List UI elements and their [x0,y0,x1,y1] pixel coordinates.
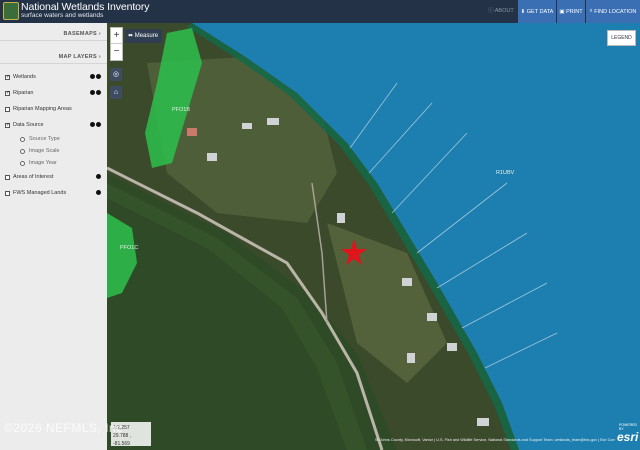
search-icon: ⌕ [589,8,593,14]
download-icon: ⬇ [520,8,526,15]
fws-logo-icon [3,2,19,20]
app-header: National Wetlands Inventory surface wate… [0,0,640,23]
app-subtitle: surface waters and wetlands [21,12,104,19]
data-source-checkbox[interactable]: ✓ [5,122,10,128]
wetlands-checkbox[interactable]: ✓ [5,74,10,80]
data-source-label: Data Source [13,122,44,128]
layers-sidebar: BASEMAPS › MAP LAYERS › ✓ Wetlands ✓ Rip… [0,23,107,450]
print-icon: ▣ [559,8,565,15]
riparian-controls[interactable] [89,90,101,97]
fws-managed-label: FWS Managed Lands [13,190,67,196]
layer-riparian[interactable]: ✓ Riparian [0,86,107,100]
layer-fws-managed[interactable]: FWS Managed Lands [0,186,107,200]
home-icon[interactable]: ⌂ [110,86,122,99]
source-type-label: Source Type [29,136,60,142]
map-attribution: St Johns County, Microsoft, Vantor | U.S… [375,438,615,442]
fws-managed-checkbox[interactable] [5,190,10,196]
image-scale-label: Image Scale [29,148,60,154]
find-location-label: FIND LOCATION [594,8,637,15]
locate-icon[interactable]: ◎ [110,68,122,81]
map-layers-toggle[interactable]: MAP LAYERS › [0,50,107,64]
legend-label: LEGEND [611,35,632,41]
image-year-label: Image Year [29,160,57,166]
wetlands-controls[interactable] [89,74,101,81]
get-data-label: GET DATA [526,8,554,15]
image-year-radio[interactable] [20,160,25,166]
riparian-mapping-label: Riparian Mapping Areas [13,106,72,112]
map-layers-label: MAP LAYERS [58,54,98,60]
zoom-in-button[interactable]: + [111,28,122,44]
measure-button[interactable]: ⬌ Measure [125,29,162,43]
print-button[interactable]: ▣ PRINT [557,0,585,23]
get-data-button[interactable]: ⬇ GET DATA [518,0,556,23]
areas-of-interest-checkbox[interactable] [5,174,10,180]
find-location-button[interactable]: ⌕ FIND LOCATION [586,0,640,23]
satellite-imagery [107,23,640,450]
riparian-checkbox[interactable]: ✓ [5,90,10,96]
legend-button[interactable]: LEGEND [607,30,636,46]
esri-logo: esri [617,430,639,444]
basemaps-label: BASEMAPS [63,31,98,37]
riparian-label: Riparian [13,90,34,96]
data-source-controls[interactable] [89,122,101,129]
print-label: PRINT [566,8,583,15]
image-scale-radio[interactable] [20,148,25,154]
basemaps-toggle[interactable]: BASEMAPS › [0,27,107,41]
map-label-pfo1c: PFO1C [120,245,139,251]
zoom-out-button[interactable]: − [111,44,122,60]
map-label-pfo1b: PFO1B [172,107,191,113]
layer-areas-of-interest[interactable]: Areas of Interest [0,170,107,184]
areas-of-interest-controls[interactable] [95,174,101,181]
riparian-mapping-checkbox[interactable] [5,106,10,112]
about-link[interactable]: ⓘ ABOUT [488,6,514,14]
image-year-option[interactable]: Image Year [0,156,107,170]
fws-managed-controls[interactable] [95,190,101,197]
measure-label: Measure [134,33,159,39]
areas-of-interest-label: Areas of Interest [13,174,54,180]
zoom-control: + − [110,27,123,61]
map-label-r1ubv: R1UBV [496,170,515,176]
source-type-radio[interactable] [20,136,25,142]
map-view[interactable] [107,23,640,450]
wetlands-label: Wetlands [13,74,36,80]
watermark: ©2026 NEFMLS, Inc [4,421,123,435]
layer-data-source[interactable]: ✓ Data Source [0,118,107,132]
about-label: ABOUT [494,8,514,14]
layer-wetlands[interactable]: ✓ Wetlands [0,70,107,84]
layer-riparian-mapping[interactable]: Riparian Mapping Areas [0,102,107,116]
